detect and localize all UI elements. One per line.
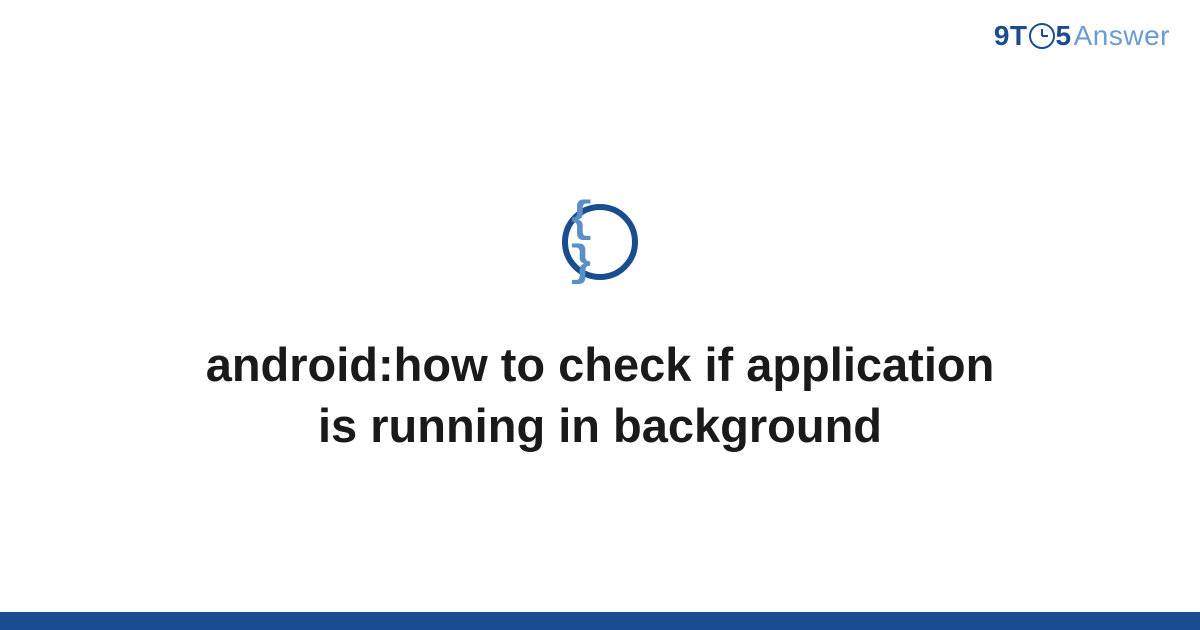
logo-text-answer: Answer — [1074, 20, 1170, 52]
code-braces-icon: { } — [562, 204, 638, 280]
logo-text-5: 5 — [1056, 20, 1072, 52]
bottom-accent-bar — [0, 612, 1200, 630]
content-area: { } android:how to check if application … — [0, 0, 1200, 630]
clock-icon — [1029, 23, 1055, 49]
site-logo: 9T 5 Answer — [994, 20, 1170, 52]
braces-glyph: { } — [568, 198, 632, 286]
logo-text-9t: 9T — [994, 20, 1028, 52]
question-title: android:how to check if application is r… — [150, 335, 1050, 455]
social-card: 9T 5 Answer { } android:how to check if … — [0, 0, 1200, 630]
